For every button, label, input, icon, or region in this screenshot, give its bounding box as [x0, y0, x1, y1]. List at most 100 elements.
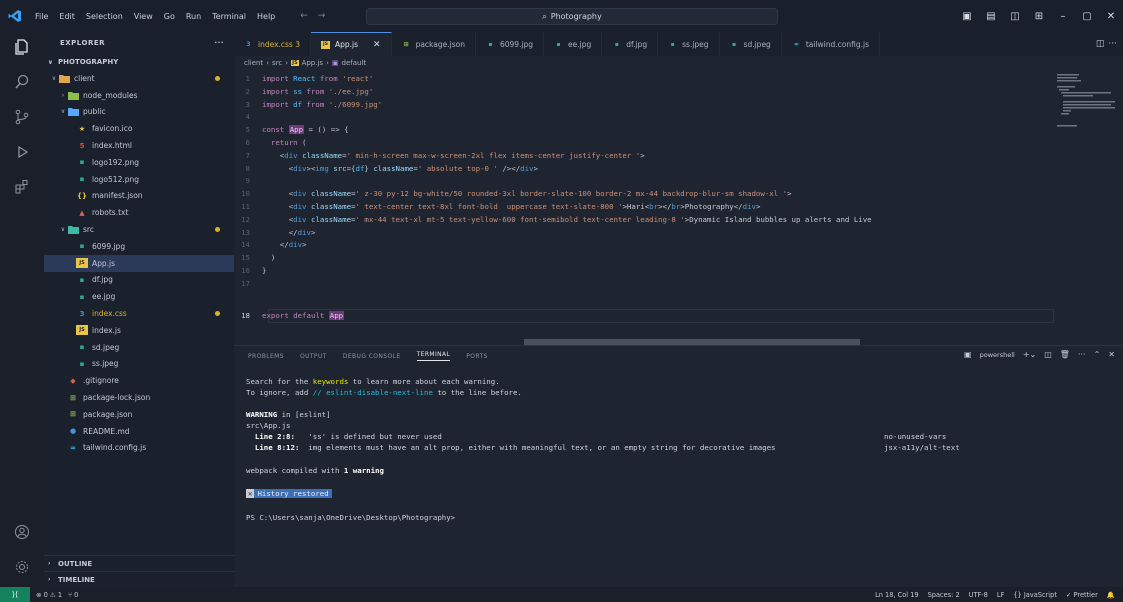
panel-tab-terminal[interactable]: TERMINAL	[416, 351, 451, 361]
manage-gear-icon[interactable]	[0, 552, 44, 582]
editor-tab[interactable]: ▪ 6099.jpg	[476, 32, 545, 56]
menu-file[interactable]: File	[34, 10, 49, 23]
breadcrumb-item[interactable]: default	[342, 59, 367, 67]
minimize-button[interactable]: –	[1051, 11, 1075, 22]
editor-tab[interactable]: ≈ tailwind.config.js	[782, 32, 880, 56]
more-actions-icon[interactable]: ···	[1108, 39, 1117, 49]
more-actions-icon[interactable]: ···	[215, 39, 224, 47]
workspace-root[interactable]: ∨ PHOTOGRAPHY	[44, 54, 234, 70]
tree-file[interactable]: ▲ robots.txt	[44, 204, 234, 221]
tree-file[interactable]: ⊞ package-lock.json	[44, 389, 234, 406]
editor-tab[interactable]: ▪ sd.jpeg	[720, 32, 782, 56]
tree-file[interactable]: 5 index.html	[44, 137, 234, 154]
tree-folder[interactable]: ∨ client	[44, 70, 234, 87]
new-terminal-icon[interactable]: +⌄	[1023, 350, 1036, 359]
tree-file[interactable]: ▪ logo512.png	[44, 171, 234, 188]
timeline-section[interactable]: › TIMELINE	[44, 571, 234, 587]
tree-file[interactable]: JS App.js	[44, 254, 234, 272]
run-debug-icon[interactable]	[0, 137, 44, 167]
breadcrumb-item[interactable]: client	[244, 59, 263, 67]
end-of-line[interactable]: LF	[997, 591, 1004, 599]
menu-selection[interactable]: Selection	[85, 10, 124, 23]
tree-file[interactable]: {} manifest.json	[44, 188, 234, 205]
code-line: 8 <div><img src={df} className=' absolut…	[234, 164, 538, 176]
editor-tab[interactable]: ⊞ package.json	[392, 32, 476, 56]
split-terminal-icon[interactable]: ◫	[1044, 350, 1052, 359]
menu-run[interactable]: Run	[185, 10, 202, 23]
trash-icon[interactable]: 🗑	[1060, 350, 1070, 359]
tree-file[interactable]: JS index.js	[44, 322, 234, 339]
cursor-position[interactable]: Ln 18, Col 19	[875, 591, 919, 599]
toggle-panel-icon[interactable]: ▤	[979, 11, 1003, 22]
breadcrumb: client › src › JS App.js › ▣ default	[234, 56, 1123, 70]
tree-file[interactable]: ◆ .gitignore	[44, 372, 234, 389]
menu-help[interactable]: Help	[256, 10, 276, 23]
indentation[interactable]: Spaces: 2	[928, 591, 960, 599]
breadcrumb-item[interactable]: src	[272, 59, 282, 67]
terminal-prompt[interactable]: PS C:\Users\sanja\OneDrive\Desktop\Photo…	[246, 513, 455, 522]
remote-indicator-icon[interactable]: ⟩⟨	[0, 587, 30, 602]
more-actions-icon[interactable]: ···	[1078, 350, 1086, 359]
extensions-icon[interactable]	[0, 172, 44, 202]
menu-terminal[interactable]: Terminal	[211, 10, 247, 23]
encoding[interactable]: UTF-8	[969, 591, 988, 599]
menu-edit[interactable]: Edit	[58, 10, 76, 23]
close-window-button[interactable]: ✕	[1099, 11, 1123, 22]
editor-tab[interactable]: 3 index.css 3	[234, 32, 311, 56]
maximize-button[interactable]: ▢	[1075, 11, 1099, 22]
language-mode[interactable]: {} JavaScript	[1013, 591, 1057, 599]
toggle-sidebar-icon[interactable]: ▣	[955, 11, 979, 22]
explorer-icon[interactable]	[0, 32, 44, 62]
lint-rule-link[interactable]: jsx-a11y/alt-text	[884, 443, 960, 452]
panel-tab-ports[interactable]: PORTS	[466, 353, 488, 360]
code-editor[interactable]: 1 import React from 'react' 2 import ss fro…	[234, 70, 1123, 345]
tree-file[interactable]: ▪ ee.jpg	[44, 288, 234, 305]
panel-tab-output[interactable]: OUTPUT	[300, 353, 327, 360]
tree-folder[interactable]: ∨ src	[44, 221, 234, 238]
tree-folder[interactable]: › node_modules	[44, 87, 234, 104]
tree-file[interactable]: ▪ ss.jpeg	[44, 356, 234, 373]
outline-section[interactable]: › OUTLINE	[44, 555, 234, 571]
code-text: <div className=' text-center text-8xl fo…	[262, 202, 761, 211]
tree-file[interactable]: ≈ tailwind.config.js	[44, 440, 234, 457]
editor-tab[interactable]: JS App.js ✕	[311, 32, 392, 56]
formatter[interactable]: ✓ Prettier	[1066, 591, 1098, 599]
notifications-bell-icon[interactable]: 🔔	[1107, 591, 1115, 599]
tree-file[interactable]: ● README.md	[44, 423, 234, 440]
split-editor-icon[interactable]: ◫	[1096, 39, 1105, 49]
ports-count[interactable]: ⑂ 0	[68, 591, 78, 599]
chevron-right-icon: ›	[48, 576, 51, 583]
accounts-icon[interactable]	[0, 517, 44, 547]
customize-layout-icon[interactable]: ⊞	[1027, 11, 1051, 22]
minimap[interactable]	[1055, 70, 1115, 130]
lint-rule-link[interactable]: no-unused-vars	[884, 432, 946, 441]
search-panel-icon[interactable]	[0, 67, 44, 97]
editor-tab[interactable]: ▪ ss.jpeg	[658, 32, 720, 56]
close-panel-icon[interactable]: ✕	[1108, 350, 1115, 359]
tree-file[interactable]: ▪ sd.jpeg	[44, 339, 234, 356]
tree-file[interactable]: ▪ df.jpg	[44, 272, 234, 289]
toggle-secondary-sidebar-icon[interactable]: ◫	[1003, 11, 1027, 22]
tree-file[interactable]: 3 index.css	[44, 305, 234, 322]
source-control-icon[interactable]	[0, 102, 44, 132]
breadcrumb-item[interactable]: App.js	[302, 59, 324, 67]
tree-file[interactable]: ⊞ package.json	[44, 406, 234, 423]
command-center-search[interactable]: ⌕ Photography	[366, 8, 778, 25]
tree-folder[interactable]: ∨ public	[44, 104, 234, 121]
forward-arrow-icon[interactable]: →	[318, 11, 326, 21]
menu-view[interactable]: View	[133, 10, 154, 23]
close-tab-icon[interactable]: ✕	[373, 40, 381, 50]
menu-go[interactable]: Go	[163, 10, 176, 23]
problems-count[interactable]: ⊗ 0 ⚠ 1	[36, 591, 62, 599]
terminal-shell-label[interactable]: powershell	[980, 351, 1015, 359]
maximize-panel-icon[interactable]: ⌃	[1094, 350, 1101, 359]
tree-file[interactable]: ▪ 6099.jpg	[44, 238, 234, 255]
editor-tab[interactable]: ▪ df.jpg	[602, 32, 659, 56]
tree-file[interactable]: ★ favicon.ico	[44, 120, 234, 137]
tree-item-label: robots.txt	[92, 208, 129, 218]
panel-tab-problems[interactable]: PROBLEMS	[248, 353, 284, 360]
editor-tab[interactable]: ▪ ee.jpg	[544, 32, 603, 56]
tree-file[interactable]: ▪ logo192.png	[44, 154, 234, 171]
back-arrow-icon[interactable]: ←	[300, 11, 308, 21]
panel-tab-debug-console[interactable]: DEBUG CONSOLE	[343, 353, 401, 360]
